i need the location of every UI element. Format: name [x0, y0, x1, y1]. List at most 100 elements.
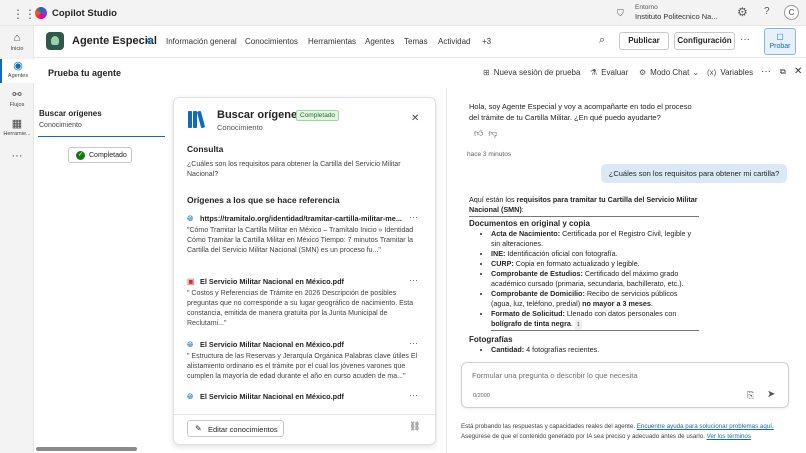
- chat-mode-button[interactable]: ⚙ Modo Chat ⌄: [639, 68, 699, 77]
- rail-item-inicio[interactable]: ⌂ Inicio: [0, 32, 34, 56]
- test-panel-header: Prueba tu agente ⊞ Nueva sesión de prueba…: [34, 58, 806, 88]
- environment-selector[interactable]: Instituto Politecnico Na...: [635, 12, 718, 21]
- card-title: Buscar orígenes: [217, 109, 304, 121]
- variables-icon: (x): [707, 68, 717, 77]
- source-title: El Servicio Militar Nacional en México.p…: [200, 392, 344, 401]
- dock-panel-icon[interactable]: ⧉: [780, 67, 786, 77]
- user-message: ¿Cuáles son los requisitos para obtener …: [601, 164, 787, 183]
- agent-header: Agente Especial ⚙ Información general Co…: [34, 26, 806, 58]
- copilot-logo: [35, 7, 47, 19]
- tab-agentes[interactable]: Agentes: [365, 37, 394, 46]
- globe-icon: 🌐︎: [187, 340, 194, 349]
- thumbs-up-icon[interactable]: 👍︎: [474, 128, 483, 138]
- intro-end: :: [521, 205, 524, 214]
- query-heading: Consulta: [187, 144, 224, 154]
- avatar[interactable]: C: [784, 5, 799, 20]
- variables-button[interactable]: (x) Variables: [707, 68, 753, 77]
- agents-icon: ◉: [13, 60, 23, 72]
- chat-composer: 0/2000 ⎘ ➤: [461, 362, 789, 408]
- status-badge-label: Completado: [89, 152, 127, 159]
- rail-item-label: Agentes: [7, 73, 29, 79]
- source-title: El Servicio Militar Nacional en México.p…: [200, 340, 344, 349]
- disclaimer: Está probando las respuestas y capacidad…: [461, 422, 796, 442]
- test-button[interactable]: ▢ Probar: [764, 28, 796, 55]
- evaluate-icon: ⚗: [590, 68, 598, 77]
- list-item: Acta de Nacimiento: Certificada por el R…: [491, 229, 699, 249]
- publish-button[interactable]: Publicar: [619, 32, 669, 50]
- rail-more[interactable]: ···: [0, 150, 34, 164]
- environment-label: Entorno: [635, 4, 658, 11]
- link-icon[interactable]: ⛓: [409, 421, 420, 432]
- more-options-icon[interactable]: ···: [409, 212, 418, 222]
- tab-more[interactable]: +3: [482, 37, 491, 46]
- reaction-buttons: 👍︎ 👎︎: [474, 128, 498, 139]
- terms-link[interactable]: Ver los términos: [707, 433, 751, 440]
- agent-name: Agente Especial: [72, 35, 157, 47]
- more-icon: ···: [11, 150, 23, 162]
- list-item: Comprobante de Domicilio: Recibo de serv…: [491, 289, 699, 309]
- more-options-icon[interactable]: ···: [740, 34, 750, 45]
- divider: [174, 414, 435, 415]
- intro-text: Aquí están los: [469, 195, 517, 204]
- close-icon[interactable]: ✕: [794, 66, 802, 77]
- more-options-icon[interactable]: ···: [761, 66, 771, 77]
- more-options-icon[interactable]: ···: [409, 275, 418, 285]
- new-session-button[interactable]: ⊞ Nueva sesión de prueba: [483, 68, 580, 77]
- send-icon[interactable]: ➤: [767, 389, 775, 400]
- tab-herramientas[interactable]: Herramientas: [308, 37, 356, 46]
- card-subtitle: Conocimiento: [217, 123, 263, 132]
- tab-informacion-general[interactable]: Información general: [166, 37, 237, 46]
- status-badge: ✓ Completado: [68, 147, 132, 163]
- pencil-icon: ✎: [195, 424, 202, 433]
- attach-icon[interactable]: ⎘: [747, 390, 754, 401]
- knowledge-details-card: Buscar orígenes Completado Conocimiento …: [173, 97, 436, 445]
- list-item: Cantidad: 4 fotografías recientes.: [491, 345, 699, 355]
- agent-avatar-icon: [46, 32, 64, 50]
- response-intro: Aquí están los requisitos para tramitar …: [469, 195, 699, 217]
- troubleshoot-link[interactable]: Encuentre ayuda para solucionar problema…: [637, 423, 774, 430]
- close-icon[interactable]: ✕: [411, 113, 419, 124]
- chat-mode-icon: ⚙: [639, 68, 647, 77]
- rail-item-flujos[interactable]: ⚯ Flujos: [0, 88, 34, 112]
- rail-item-label: Inicio: [10, 46, 24, 52]
- tools-icon: ▦: [11, 118, 23, 130]
- requirements-list: Acta de Nacimiento: Certificada por el R…: [491, 229, 699, 331]
- test-panel-title: Prueba tu agente: [48, 68, 122, 78]
- edit-knowledge-label: Editar conocimientos: [208, 425, 278, 434]
- app-name[interactable]: Copilot Studio: [52, 8, 117, 19]
- horizontal-scrollbar[interactable]: [36, 447, 137, 451]
- edit-knowledge-button[interactable]: ✎ Editar conocimientos: [187, 420, 284, 437]
- help-icon[interactable]: ?: [764, 6, 770, 17]
- citation-marker[interactable]: 1: [574, 320, 582, 330]
- tab-conocimientos[interactable]: Conocimientos: [245, 37, 298, 46]
- source-excerpt: "Cómo Tramitar la Cartilla Militar en Mé…: [187, 227, 414, 254]
- thumbs-down-icon[interactable]: 👎︎: [488, 128, 497, 138]
- test-icon: ▢: [776, 32, 784, 41]
- more-options-icon[interactable]: ···: [409, 338, 418, 348]
- globe-icon: 🌐︎: [187, 214, 194, 223]
- tab-actividad[interactable]: Actividad: [438, 37, 470, 46]
- source-title: El Servicio Militar Nacional en México.p…: [200, 277, 344, 286]
- rail-item-agentes[interactable]: ◉ Agentes: [0, 59, 34, 83]
- message-timestamp: hace 3 minutos: [467, 151, 512, 158]
- new-session-label: Nueva sesión de prueba: [493, 68, 581, 77]
- evaluate-label: Evaluar: [601, 68, 629, 77]
- rail-item-herramientas[interactable]: ▦ Herramie...: [0, 117, 34, 141]
- list-item: Comprobante de Estudios: Certificado del…: [491, 269, 699, 289]
- tab-temas[interactable]: Temas: [404, 37, 428, 46]
- more-options-icon[interactable]: ···: [409, 390, 418, 400]
- bot-greeting: Hola, soy Agente Especial y voy a acompa…: [469, 102, 692, 122]
- section-heading: Documentos en original y copia: [469, 219, 590, 228]
- chat-input[interactable]: [472, 368, 772, 382]
- gear-icon[interactable]: ⚙: [737, 5, 748, 19]
- search-icon[interactable]: ⌕: [599, 34, 605, 47]
- section-heading: Fotografías: [469, 335, 513, 344]
- edit-agent-icon[interactable]: ⚙: [146, 36, 154, 47]
- status-badge: Completado: [296, 110, 340, 121]
- settings-button[interactable]: Configuración: [674, 32, 735, 50]
- checkmark-icon: ✓: [76, 151, 85, 160]
- source-excerpt: " Costos y Referencias de Trámite en 202…: [187, 290, 414, 327]
- evaluate-button[interactable]: ⚗ Evaluar: [590, 68, 628, 77]
- disclaimer-text: Está probando las respuestas y capacidad…: [461, 423, 637, 430]
- trace-node-buscar-origenes[interactable]: Buscar orígenes Conocimiento: [38, 104, 165, 137]
